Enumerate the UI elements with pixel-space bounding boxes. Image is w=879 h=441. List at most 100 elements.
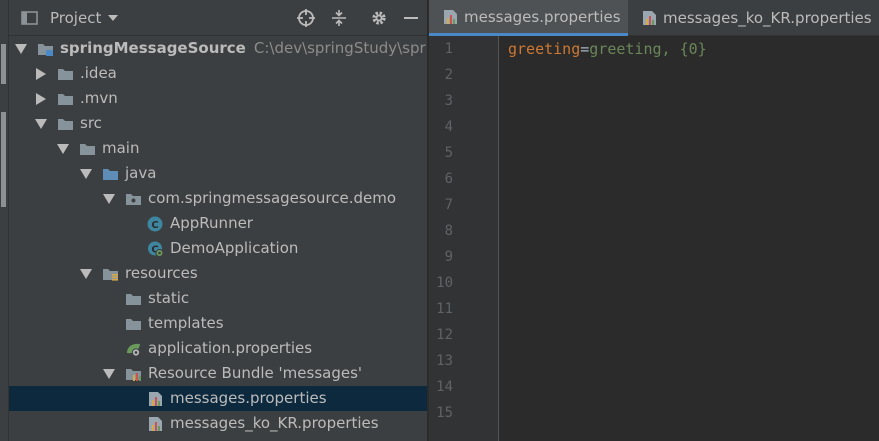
properties-file-icon	[149, 416, 162, 431]
tree-node-resources[interactable]: resources	[9, 261, 427, 286]
structure-tool-stripe-button[interactable]	[1, 112, 6, 207]
tree-node-main[interactable]: main	[9, 136, 427, 161]
expanded-arrow-icon[interactable]	[80, 268, 92, 280]
tree-node-application-properties[interactable]: application.properties	[9, 336, 427, 361]
tree-node-apprunner[interactable]: C AppRunner	[9, 211, 427, 236]
collapsed-arrow-icon[interactable]	[35, 92, 47, 105]
editor-area: messages.properties messages_ko_KR.prope…	[429, 0, 879, 441]
properties-file-icon	[643, 11, 656, 25]
line-number: 11	[436, 301, 453, 317]
tree-node-label: Resource Bundle 'messages'	[148, 364, 363, 382]
package-icon	[126, 193, 141, 205]
expanded-arrow-icon[interactable]	[15, 43, 27, 55]
class-icon: C	[147, 216, 163, 231]
line-number: 12	[436, 327, 453, 343]
tree-node-resource-bundle[interactable]: Resource Bundle 'messages'	[9, 361, 427, 386]
folder-icon	[58, 118, 73, 130]
folder-icon	[126, 318, 141, 330]
line-number: 2	[444, 67, 453, 83]
line-number: 15	[436, 405, 453, 421]
editor-tab-bar: messages.properties messages_ko_KR.prope…	[429, 0, 879, 36]
code-editor[interactable]: greeting=greeting, {0}	[499, 36, 879, 441]
tree-node-label: .idea	[80, 64, 117, 82]
svg-text:C: C	[151, 220, 158, 231]
source-folder-icon	[103, 168, 118, 180]
tree-node-label: static	[148, 289, 190, 307]
line-number: 10	[436, 275, 453, 291]
tree-node-mvn[interactable]: .mvn	[9, 86, 427, 111]
tree-node-templates[interactable]: templates	[9, 311, 427, 336]
tree-node-demoapplication[interactable]: C DemoApplication	[9, 236, 427, 261]
tree-node-label: messages.properties	[170, 389, 327, 407]
tree-node-label: com.springmessagesource.demo	[148, 189, 397, 207]
tab-label: messages.properties	[464, 7, 621, 26]
tree-node-label: java	[125, 164, 157, 182]
property-value: greeting, {0}	[589, 40, 707, 58]
module-folder-icon	[38, 43, 53, 56]
line-number: 7	[444, 197, 453, 213]
line-number-gutter: 1 2 3 4 5 6 7 8 9 10 11 12 13 14 15	[429, 36, 499, 441]
line-number: 4	[444, 119, 453, 135]
tab-messages-ko-kr-properties[interactable]: messages_ko_KR.properties	[628, 0, 879, 36]
line-number: 1	[444, 41, 453, 57]
tree-node-messages-ko-kr-properties[interactable]: messages_ko_KR.properties	[9, 411, 427, 436]
resource-bundle-icon	[126, 368, 141, 381]
expanded-arrow-icon[interactable]	[103, 193, 115, 205]
code-line-1[interactable]: greeting=greeting, {0}	[508, 36, 707, 62]
expanded-arrow-icon[interactable]	[80, 168, 92, 180]
tree-node-messages-properties[interactable]: messages.properties	[9, 386, 427, 411]
tab-messages-properties[interactable]: messages.properties	[429, 0, 628, 36]
folder-icon	[58, 68, 73, 80]
gear-icon	[372, 11, 386, 25]
crosshair-icon	[297, 9, 315, 27]
locate-button[interactable]	[296, 8, 316, 28]
tree-node-static[interactable]: static	[9, 286, 427, 311]
project-panel-header: Project	[9, 0, 427, 36]
tree-node-src[interactable]: src	[9, 111, 427, 136]
tree-node-java[interactable]: java	[9, 161, 427, 186]
project-tool-window: Project springMessageSource C:\dev\sprin…	[9, 0, 427, 441]
line-number: 13	[436, 353, 453, 369]
spring-properties-icon	[127, 343, 141, 357]
line-number: 14	[436, 379, 453, 395]
hide-panel-button[interactable]	[401, 8, 421, 28]
tree-node-label: springMessageSource	[60, 39, 246, 57]
tree-node-label: templates	[148, 314, 224, 332]
line-number: 5	[444, 145, 453, 161]
expanded-arrow-icon[interactable]	[103, 368, 115, 380]
collapse-all-icon	[332, 10, 346, 26]
collapse-all-button[interactable]	[329, 8, 349, 28]
collapsed-arrow-icon[interactable]	[35, 67, 47, 80]
expanded-arrow-icon[interactable]	[57, 143, 69, 155]
property-separator: =	[580, 40, 590, 58]
tab-label: messages_ko_KR.properties	[663, 9, 872, 27]
resources-folder-icon	[103, 268, 118, 281]
project-view-icon	[21, 11, 38, 25]
line-number: 8	[444, 223, 453, 239]
tree-node-idea[interactable]: .idea	[9, 61, 427, 86]
tree-node-label: .mvn	[80, 89, 118, 107]
tool-window-strip	[0, 0, 9, 441]
tree-node-package[interactable]: com.springmessagesource.demo	[9, 186, 427, 211]
minimize-icon	[404, 17, 418, 19]
project-tool-stripe-button[interactable]	[1, 44, 6, 84]
tree-node-project-root[interactable]: springMessageSource C:\dev\springStudy\s…	[9, 36, 427, 61]
folder-icon	[126, 293, 141, 305]
tree-node-label: resources	[125, 264, 198, 282]
properties-file-icon	[149, 391, 162, 406]
line-number: 6	[444, 171, 453, 187]
chevron-down-icon	[108, 15, 119, 21]
tree-node-label: src	[80, 114, 102, 132]
spring-boot-class-icon: C	[148, 241, 164, 257]
line-number: 9	[444, 249, 453, 265]
tree-node-label: main	[102, 139, 140, 157]
expanded-arrow-icon[interactable]	[35, 118, 47, 130]
tree-node-label: DemoApplication	[170, 239, 299, 257]
properties-file-icon	[444, 9, 457, 24]
folder-icon	[80, 143, 95, 155]
project-path-text: C:\dev\springStudy\springMessageSource	[253, 39, 427, 57]
property-key: greeting	[508, 40, 581, 58]
project-view-selector[interactable]: Project	[21, 0, 119, 36]
settings-button[interactable]	[369, 8, 389, 28]
tree-node-label: AppRunner	[170, 214, 253, 232]
